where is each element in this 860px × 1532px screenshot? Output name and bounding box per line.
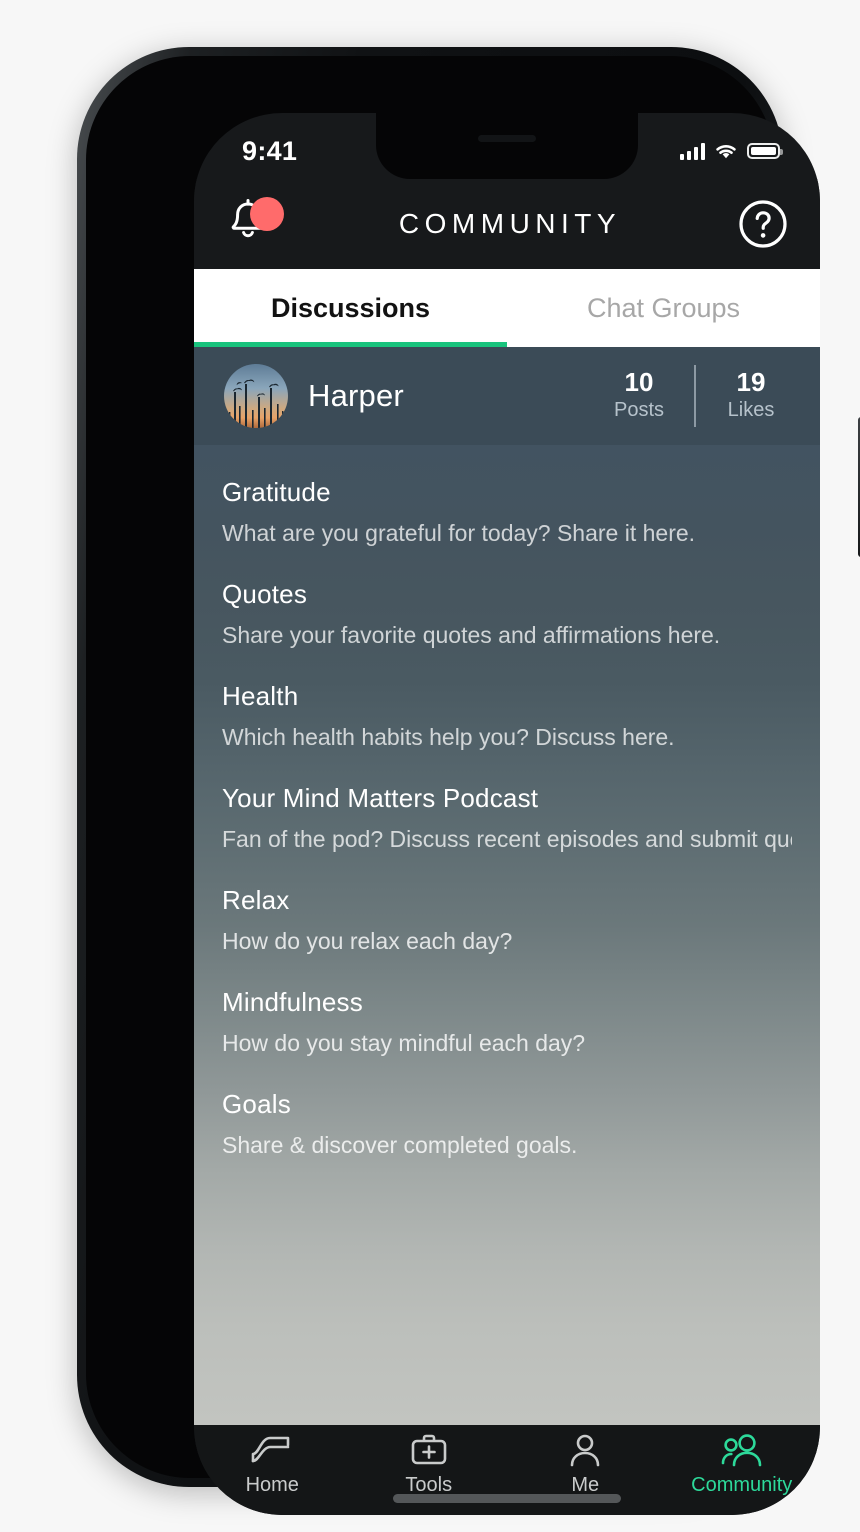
list-item[interactable]: Health Which health habits help you? Dis… (222, 649, 792, 751)
tab-chat-groups[interactable]: Chat Groups (507, 269, 820, 347)
list-item-title: Mindfulness (222, 987, 363, 1017)
people-group-icon (721, 1434, 762, 1467)
home-indicator[interactable] (393, 1494, 621, 1503)
nav-item-home[interactable]: Home (194, 1433, 351, 1497)
status-clock: 9:41 (242, 135, 298, 166)
nav-item-home-label: Home (245, 1474, 299, 1496)
list-item-subtitle: Share your favorite quotes and affirmati… (222, 622, 721, 648)
stat-posts-label: Posts (613, 399, 665, 422)
list-item-title: Your Mind Matters Podcast (222, 783, 539, 813)
stat-likes-label: Likes (727, 399, 775, 422)
phone-screen: 9:41 COMMUNITY Discussions Chat Groups H… (194, 113, 820, 1515)
help-circle-icon[interactable] (738, 199, 788, 249)
profile-stats: 10 Posts 19 Likes (600, 365, 790, 427)
list-item-title: Goals (222, 1089, 291, 1119)
stat-posts-value: 10 (624, 366, 654, 397)
nav-item-me[interactable]: Me (507, 1433, 664, 1497)
toolbox-plus-icon (411, 1434, 447, 1465)
tab-bar: Discussions Chat Groups (194, 269, 820, 347)
list-item-title: Health (222, 681, 299, 711)
avatar[interactable] (224, 364, 288, 428)
list-item-subtitle: Which health habits help you? Discuss he… (222, 724, 675, 750)
tab-chat-groups-label: Chat Groups (586, 292, 741, 323)
profile-username: Harper (308, 378, 404, 413)
phone-frame: 9:41 COMMUNITY Discussions Chat Groups H… (77, 47, 860, 1515)
nav-item-community-label: Community (691, 1474, 793, 1496)
notification-badge (250, 197, 284, 231)
person-icon (570, 1434, 600, 1467)
list-item-subtitle: Share & discover completed goals. (222, 1132, 578, 1158)
list-item-title: Relax (222, 885, 290, 915)
cellular-signal-icon (679, 142, 705, 160)
nav-item-community[interactable]: Community (664, 1433, 821, 1497)
app-header: COMMUNITY (194, 179, 820, 269)
page-title: COMMUNITY (398, 208, 622, 239)
notifications-button[interactable] (226, 197, 284, 250)
stat-likes-value: 19 (736, 366, 766, 397)
stat-posts: 10 Posts (600, 368, 678, 425)
path-curve-icon (251, 1436, 290, 1463)
status-bar: 9:41 (194, 113, 820, 179)
list-item-subtitle: What are you grateful for today? Share i… (222, 520, 696, 546)
list-item[interactable]: Quotes Share your favorite quotes and af… (222, 547, 792, 649)
profile-summary-bar[interactable]: Harper 10 Posts 19 Likes (194, 347, 820, 445)
list-item-subtitle: How do you stay mindful each day? (222, 1030, 586, 1056)
stats-divider (694, 365, 696, 427)
list-item[interactable]: Mindfulness How do you stay mindful each… (222, 955, 792, 1057)
list-item[interactable]: Your Mind Matters Podcast Fan of the pod… (222, 751, 792, 853)
list-item[interactable]: Goals Share & discover completed goals. (222, 1057, 792, 1159)
stat-likes: 19 Likes (712, 368, 790, 425)
palm-trees-sunset-avatar (229, 379, 284, 428)
list-item-title: Gratitude (222, 477, 331, 507)
discussion-list[interactable]: Gratitude What are you grateful for toda… (194, 445, 820, 1425)
tab-discussions-label: Discussions (270, 292, 431, 323)
tab-discussions[interactable]: Discussions (194, 269, 507, 347)
screenshot-canvas: 9:41 COMMUNITY Discussions Chat Groups H… (0, 0, 860, 1532)
wifi-icon (716, 145, 736, 159)
list-item-subtitle: Fan of the pod? Discuss recent episodes … (222, 826, 792, 852)
nav-item-tools[interactable]: Tools (351, 1433, 508, 1497)
list-item-subtitle: How do you relax each day? (222, 928, 513, 954)
list-item[interactable]: Relax How do you relax each day? (222, 853, 792, 955)
battery-full-icon (747, 143, 783, 159)
list-item[interactable]: Gratitude What are you grateful for toda… (222, 445, 792, 547)
list-item-title: Quotes (222, 579, 308, 609)
